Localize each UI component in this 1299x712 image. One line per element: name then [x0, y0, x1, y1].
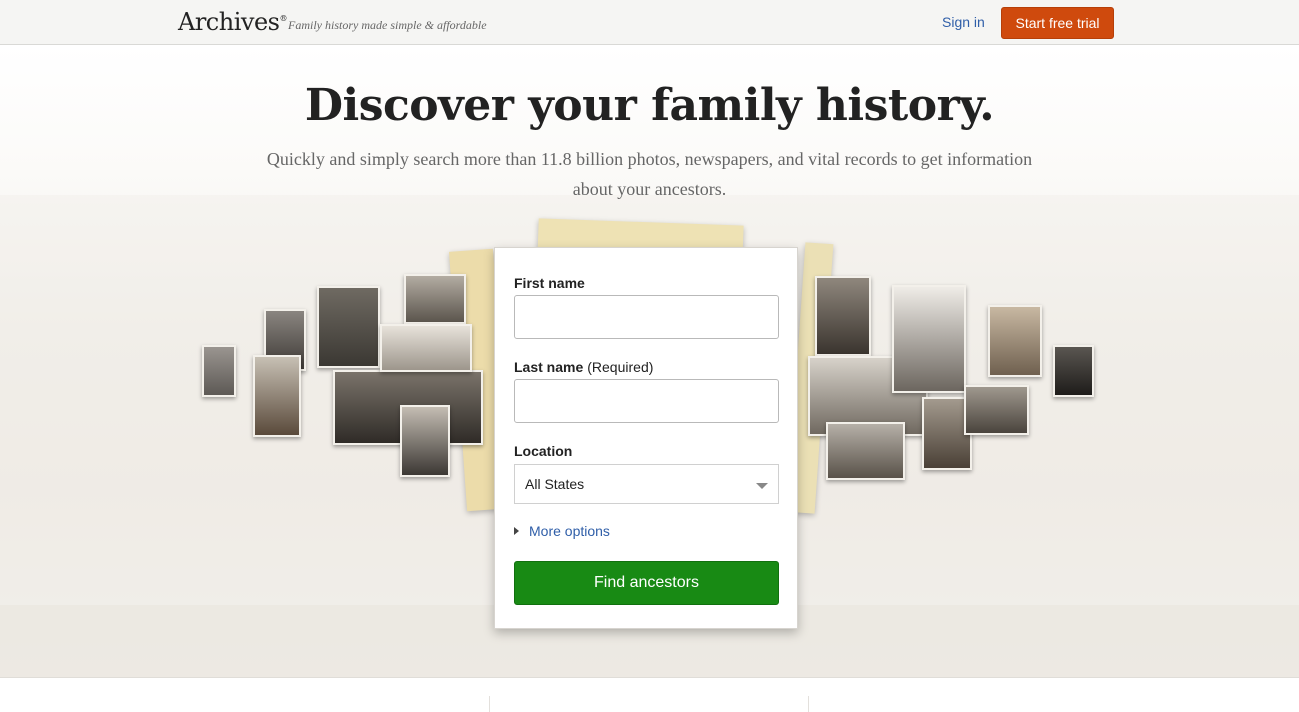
last-name-label: Last name (Required) — [514, 359, 653, 375]
family-group-photo — [317, 286, 380, 368]
tagline: Family history made simple & affordable — [288, 18, 487, 32]
location-select[interactable]: All States — [514, 464, 779, 504]
people-group-photo — [404, 274, 466, 324]
required-note: (Required) — [587, 359, 654, 375]
two-men-photo — [400, 405, 450, 477]
more-options-label: More options — [529, 523, 610, 539]
logo-text: Archives — [178, 8, 280, 36]
musician-photo — [815, 276, 871, 356]
last-name-input[interactable] — [514, 379, 779, 423]
wagon-photo — [964, 385, 1029, 435]
logo-mark: ® — [279, 14, 287, 23]
search-form-card: First name Last name (Required) Location … — [494, 247, 798, 629]
more-options-link[interactable]: More options — [514, 523, 610, 539]
man-portrait-photo — [253, 355, 301, 437]
find-ancestors-button[interactable]: Find ancestors — [514, 561, 779, 605]
landscape-photo — [380, 324, 472, 372]
woman-doorway-photo — [988, 305, 1042, 377]
location-select-value: All States — [525, 476, 585, 492]
last-name-label-text: Last name — [514, 359, 584, 375]
caret-right-icon — [514, 527, 519, 535]
page-title: Discover your family history. — [304, 80, 995, 131]
logo[interactable]: Archives® — [178, 8, 287, 36]
start-free-trial-button[interactable]: Start free trial — [1001, 7, 1114, 39]
chevron-down-icon — [756, 483, 768, 489]
hero-divider — [0, 677, 1299, 678]
location-label: Location — [514, 443, 573, 459]
baby-portrait-photo — [1053, 345, 1094, 397]
first-name-input[interactable] — [514, 295, 779, 339]
sign-in-link[interactable]: Sign in — [942, 14, 985, 30]
section-divider — [808, 696, 809, 712]
children-bicycle-photo — [892, 285, 966, 393]
page-subtitle: Quickly and simply search more than 11.8… — [266, 149, 1033, 199]
portrait-photo — [202, 345, 236, 397]
first-name-label: First name — [514, 275, 585, 291]
section-divider — [489, 696, 490, 712]
harbor-photo — [826, 422, 905, 480]
site-header: Archives® Family history made simple & a… — [0, 0, 1299, 45]
